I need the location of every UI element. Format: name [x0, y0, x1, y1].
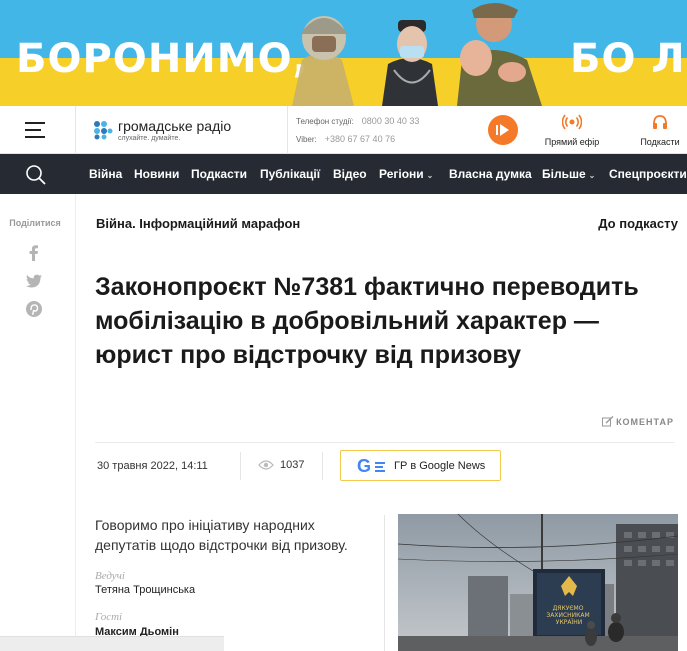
banner-text-right: БО ЛК — [570, 36, 687, 82]
hosts-label: Ведучі — [95, 570, 125, 582]
live-stream-link[interactable]: Прямий ефір — [540, 114, 604, 147]
search-icon — [26, 165, 46, 185]
podcasts-link[interactable]: Подкасти — [634, 114, 686, 147]
site-logo[interactable]: громадське радіо слухайте. думайте. — [93, 118, 283, 148]
bottom-overlay-bar — [0, 636, 224, 651]
to-podcast-link[interactable]: До подкасту — [598, 216, 678, 231]
chevron-down-icon: ⌄ — [588, 171, 596, 180]
logo-name: громадське радіо — [118, 118, 232, 134]
views-value: 1037 — [280, 459, 305, 471]
nav-item-video[interactable]: Відео — [333, 167, 367, 181]
publish-date: 30 травня 2022, 14:11 — [97, 460, 208, 472]
studio-contacts: Телефон студії: 0800 30 40 33 Viber: +380 … — [287, 106, 475, 154]
headphones-icon — [653, 115, 667, 129]
play-radio-button[interactable] — [488, 115, 518, 145]
facebook-icon[interactable] — [25, 244, 43, 262]
meta-separator — [240, 452, 241, 480]
contact-phone[interactable]: Телефон студії: 0800 30 40 33 — [296, 116, 419, 126]
contact-viber-label: Viber: — [296, 135, 317, 144]
comment-tag[interactable]: КОМЕНТАР — [602, 415, 674, 427]
chevron-down-icon: ⌄ — [426, 171, 434, 180]
comment-label: КОМЕНТАР — [616, 417, 674, 427]
google-g-icon: G — [357, 456, 372, 476]
contact-phone-value: 0800 30 40 33 — [361, 116, 420, 126]
nav-item-war[interactable]: Війна — [89, 167, 122, 181]
pinterest-icon[interactable] — [25, 300, 43, 318]
share-panel: Поділитися — [0, 194, 76, 651]
banner-people-image — [292, 3, 542, 106]
article-photo: ДЯКУЄМО ЗАХИСНИКАМ УКРАЇНИ — [398, 514, 678, 651]
top-banner[interactable]: БОРОНИМО, БО ЛК — [0, 0, 687, 106]
share-label: Поділитися — [9, 218, 61, 228]
google-news-bars-icon — [375, 462, 385, 474]
burger-line — [25, 122, 45, 124]
burger-line — [25, 136, 45, 138]
contact-phone-label: Телефон студії: — [296, 117, 354, 126]
google-news-label: ГР в Google News — [394, 460, 486, 472]
nav-item-podcasts[interactable]: Подкасти — [191, 167, 247, 181]
broadcast-icon — [561, 114, 583, 130]
live-label: Прямий ефір — [544, 137, 600, 147]
play-icon — [496, 124, 509, 136]
logo-dots-icon — [94, 121, 113, 140]
meta-divider — [95, 442, 675, 443]
main-nav: Війна Новини Подкасти Публікації Відео Р… — [0, 154, 687, 194]
article-title: Законопроєкт №7381 фактично переводить м… — [95, 273, 639, 369]
menu-burger-button[interactable] — [0, 106, 76, 154]
burger-line — [25, 129, 41, 131]
site-header: громадське радіо слухайте. думайте. Теле… — [0, 106, 687, 154]
comment-icon — [602, 415, 614, 427]
nav-item-news[interactable]: Новини — [134, 167, 179, 181]
contact-viber[interactable]: Viber: +380 67 67 40 76 — [296, 134, 395, 144]
nav-item-regions[interactable]: Регіони ⌄ — [379, 167, 433, 181]
breadcrumb-category[interactable]: Війна. Інформаційний марафон — [96, 216, 300, 231]
twitter-icon[interactable] — [25, 272, 43, 290]
google-news-button[interactable]: G ГР в Google News — [340, 450, 501, 481]
logo-slogan: слухайте. думайте. — [118, 135, 181, 142]
nav-item-opinion[interactable]: Власна думка — [449, 167, 532, 181]
contact-viber-value: +380 67 67 40 76 — [324, 134, 396, 144]
column-divider — [384, 515, 385, 651]
views-count: 1037 — [258, 459, 304, 471]
search-button[interactable] — [0, 154, 76, 194]
eye-icon — [258, 460, 274, 470]
podcasts-label: Подкасти — [640, 137, 680, 147]
nav-item-publications[interactable]: Публікації — [260, 167, 320, 181]
nav-item-more[interactable]: Більше ⌄ — [542, 167, 595, 181]
host-name[interactable]: Тетяна Трощинська — [95, 584, 195, 596]
meta-separator — [322, 452, 323, 480]
article-lead: Говоримо про ініціативу народних депутат… — [95, 517, 348, 553]
guests-label: Гості — [95, 611, 123, 623]
nav-item-special-projects[interactable]: Спецпроєкти — [609, 167, 687, 181]
